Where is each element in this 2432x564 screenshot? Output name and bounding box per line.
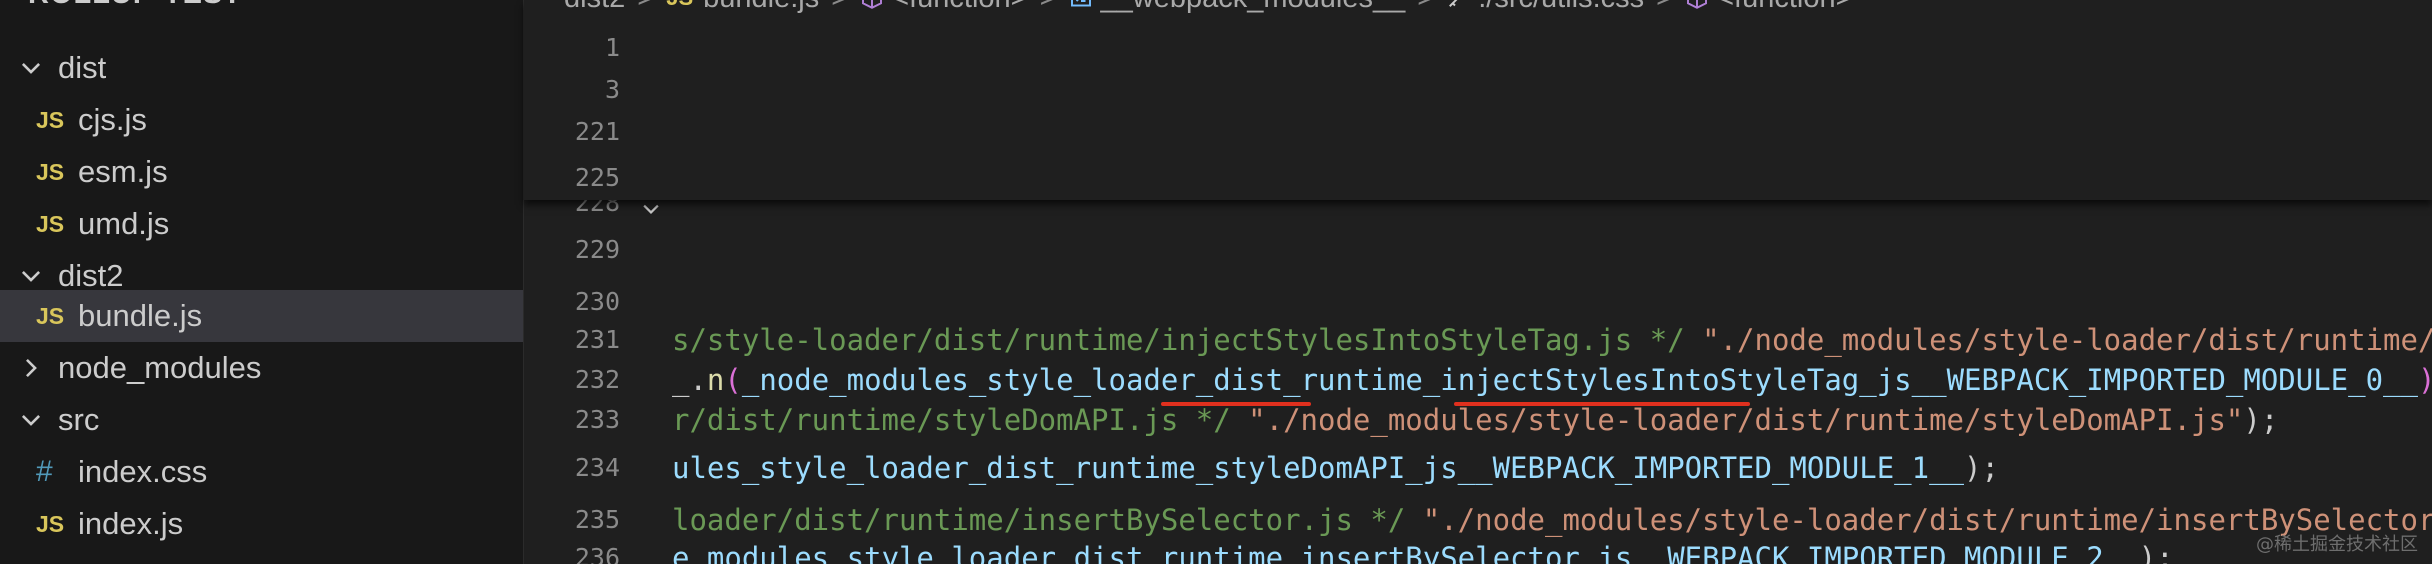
key-symbol-icon bbox=[1446, 0, 1470, 10]
line-number: 233 bbox=[574, 405, 620, 434]
annotation-underline bbox=[1454, 402, 1750, 406]
tree-file-umd[interactable]: JS umd.js bbox=[0, 198, 523, 250]
js-file-icon: JS bbox=[36, 158, 65, 185]
chevron-down-icon bbox=[18, 407, 44, 433]
code-paren: ( bbox=[724, 363, 742, 397]
breadcrumb-separator: > bbox=[831, 0, 848, 15]
code-line-234: ules_style_loader_dist_runtime_styleDomA… bbox=[672, 442, 1999, 494]
breadcrumb-item[interactable]: <function> bbox=[892, 0, 1027, 15]
tree-folder-src[interactable]: src bbox=[0, 394, 523, 446]
chevron-down-icon bbox=[18, 263, 44, 289]
js-file-icon: JS bbox=[36, 302, 65, 329]
js-file-icon: JS bbox=[36, 106, 65, 133]
breadcrumb-separator: > bbox=[1656, 0, 1673, 15]
breadcrumb-separator: > bbox=[637, 0, 654, 15]
tree-folder-dist[interactable]: dist bbox=[0, 42, 523, 94]
breadcrumb-separator: > bbox=[1040, 0, 1057, 15]
js-file-icon: JS bbox=[36, 510, 65, 537]
code-punct: _. bbox=[672, 363, 707, 397]
breadcrumb-item[interactable]: <function> bbox=[1717, 0, 1852, 15]
js-file-icon: JS bbox=[666, 0, 693, 11]
code-identifier: e_modules_style_loader_dist_runtime_inse… bbox=[672, 541, 2139, 564]
code-function: n bbox=[706, 363, 725, 397]
breadcrumb-separator: > bbox=[1417, 0, 1434, 15]
tree-file-bundle[interactable]: JS bundle.js bbox=[0, 290, 523, 342]
code-punct: ); bbox=[2243, 403, 2279, 437]
breadcrumb-item[interactable]: ./src/utils.css bbox=[1478, 0, 1644, 15]
explorer-sidebar: ROLLUP-TEST dist JS cjs.js JS esm.js JS … bbox=[0, 0, 524, 564]
code-identifier: ules_style_loader_dist_runtime_styleDomA… bbox=[672, 451, 1965, 485]
code-string: "./node_modules/style-loader/dist/runtim… bbox=[1248, 403, 2244, 437]
code-string: "./node_modules/style-loader/dist/runtim… bbox=[1702, 323, 2432, 357]
variable-symbol-icon bbox=[1069, 0, 1093, 10]
code-comment: r/dist/runtime/styleDomAPI.js */ bbox=[672, 403, 1249, 437]
sticky-scroll-header[interactable]: dist2 > JS bundle.js > <function> > __we… bbox=[524, 0, 2432, 200]
tree-item-label: node_modules bbox=[58, 350, 262, 385]
breadcrumb-item[interactable]: dist2 bbox=[564, 0, 625, 15]
watermark: @稀土掘金技术社区 bbox=[2256, 534, 2418, 555]
tree-item-label: index.js bbox=[78, 506, 184, 541]
code-paren: ) bbox=[2418, 363, 2432, 397]
sticky-line-number[interactable]: 221 bbox=[524, 106, 620, 158]
tree-folder-node-modules[interactable]: node_modules bbox=[0, 342, 523, 394]
function-symbol-icon bbox=[860, 0, 884, 10]
chevron-down-icon bbox=[18, 55, 44, 81]
tree-item-label: dist bbox=[58, 50, 107, 85]
tree-file-index-js[interactable]: JS index.js bbox=[0, 498, 523, 550]
tree-item-label: esm.js bbox=[78, 154, 168, 189]
tree-file-cjs[interactable]: JS cjs.js bbox=[0, 94, 523, 146]
code-identifier: _node_modules_style_loader_dist_runtime_… bbox=[741, 363, 2418, 397]
tree-item-label: src bbox=[58, 402, 100, 437]
css-file-icon: # bbox=[36, 455, 53, 488]
breadcrumb-item[interactable]: bundle.js bbox=[703, 0, 819, 15]
fold-chevron-icon[interactable] bbox=[640, 198, 662, 220]
tree-file-index-css[interactable]: # index.css bbox=[0, 446, 523, 498]
tree-item-label: bundle.js bbox=[78, 298, 203, 333]
breadcrumb: dist2 > JS bundle.js > <function> > __we… bbox=[564, 0, 1853, 18]
tree-item-label: cjs.js bbox=[78, 102, 147, 137]
code-line-236: e_modules_style_loader_dist_runtime_inse… bbox=[672, 532, 2174, 564]
code-punct: ); bbox=[1964, 451, 1999, 485]
line-number: 236 bbox=[574, 543, 620, 564]
tree-file-esm[interactable]: JS esm.js bbox=[0, 146, 523, 198]
tree-item-label: index.css bbox=[78, 454, 208, 489]
code-punct: ); bbox=[2138, 541, 2174, 564]
code-editor[interactable]: 228 229 230 231 232 233 234 235 236 s/st… bbox=[524, 0, 2432, 564]
sticky-line-number[interactable]: 225 bbox=[524, 152, 620, 204]
explorer-root-title[interactable]: ROLLUP-TEST bbox=[28, 0, 242, 11]
tree-item-label: umd.js bbox=[78, 206, 170, 241]
tree-item-label: dist2 bbox=[58, 258, 124, 293]
js-file-icon: JS bbox=[36, 210, 65, 237]
line-number: 234 bbox=[574, 453, 620, 482]
function-symbol-icon bbox=[1685, 0, 1709, 10]
breadcrumb-item[interactable]: __webpack_modules__ bbox=[1101, 0, 1406, 15]
line-number: 229 bbox=[574, 235, 620, 264]
chevron-right-icon bbox=[18, 355, 44, 381]
vscode-window: ROLLUP-TEST dist JS cjs.js JS esm.js JS … bbox=[0, 0, 2432, 564]
annotation-underline bbox=[1161, 402, 1311, 406]
code-comment: s/style-loader/dist/runtime/injectStyles… bbox=[672, 323, 1703, 357]
